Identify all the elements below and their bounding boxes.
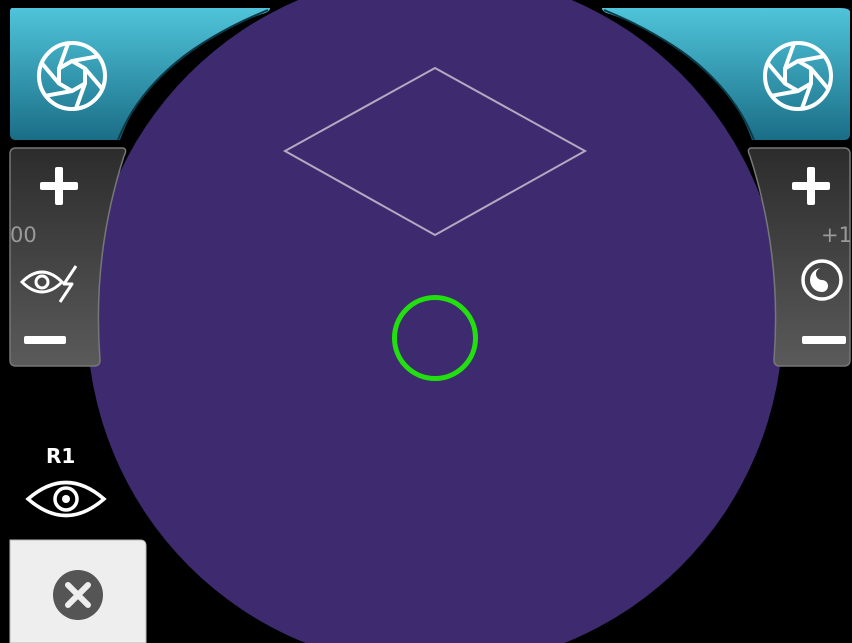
camera-view (9, 0, 851, 643)
left-decrease-button[interactable] (20, 320, 80, 360)
right-increase-button[interactable] (778, 160, 848, 216)
eye-label: R1 (46, 444, 76, 468)
right-decrease-button[interactable] (792, 320, 850, 360)
camera-view-circle (87, 0, 783, 643)
close-button[interactable] (9, 539, 147, 643)
minus-icon (24, 336, 66, 344)
rotation-value: +1 (821, 223, 852, 247)
left-increase-button[interactable] (24, 160, 94, 216)
left-mode-toggle[interactable] (19, 262, 80, 303)
exposure-value: 00 (10, 223, 37, 247)
close-icon (53, 570, 103, 620)
minus-icon (802, 336, 846, 344)
right-mode-toggle[interactable] (798, 256, 848, 306)
